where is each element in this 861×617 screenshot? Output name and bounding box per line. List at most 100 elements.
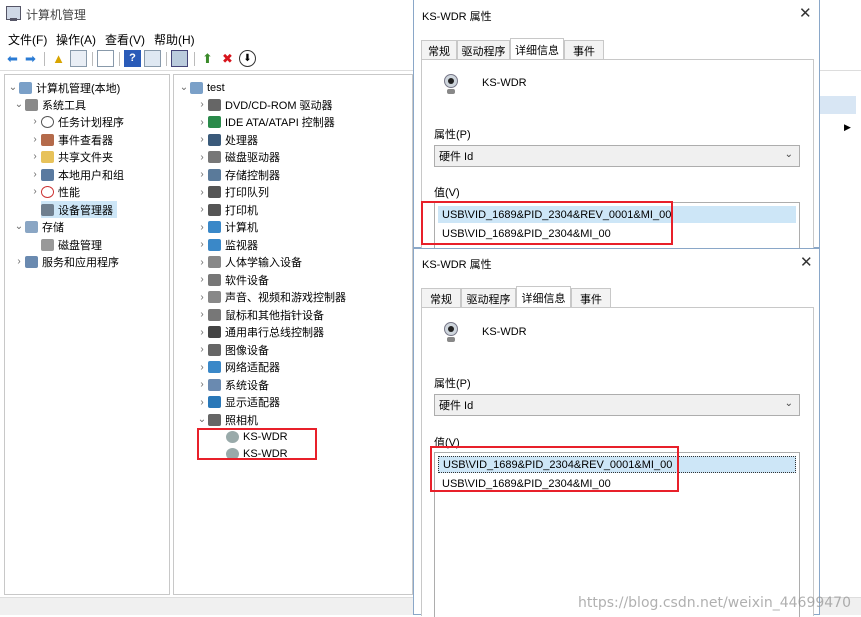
device-category[interactable]: ›软件设备: [196, 271, 269, 288]
tree-item-event-viewer[interactable]: ›事件查看器: [29, 131, 113, 148]
expand-arrow-icon[interactable]: ⌄: [196, 414, 208, 425]
menu-file[interactable]: 文件(F): [8, 31, 47, 48]
tree-item-device-manager[interactable]: 设备管理器: [41, 201, 117, 218]
device-category[interactable]: ›人体学输入设备: [196, 254, 302, 271]
value-list[interactable]: USB\VID_1689&PID_2304&REV_0001&MI_00 USB…: [434, 202, 800, 250]
value-list[interactable]: USB\VID_1689&PID_2304&REV_0001&MI_00 USB…: [434, 452, 800, 617]
close-icon[interactable]: ✕: [799, 4, 812, 22]
collapse-arrow-icon[interactable]: ›: [196, 187, 208, 198]
tab-driver[interactable]: 驱动程序: [457, 40, 510, 60]
device-category[interactable]: ›监视器: [196, 236, 258, 253]
tree-item-performance[interactable]: ›性能: [29, 183, 80, 200]
collapse-arrow-icon[interactable]: ›: [13, 256, 25, 267]
device-category[interactable]: ›声音、视频和游戏控制器: [196, 289, 346, 306]
device-category[interactable]: ⌄照相机: [196, 411, 258, 428]
tree-item-disk-management[interactable]: 磁盘管理: [41, 236, 102, 253]
collapse-arrow-icon[interactable]: ›: [29, 169, 41, 180]
monitor-icon[interactable]: [171, 50, 188, 67]
expand-arrow-icon[interactable]: ⌄: [7, 82, 19, 93]
forward-icon[interactable]: ➡: [22, 50, 39, 67]
collapse-arrow-icon[interactable]: ›: [196, 327, 208, 338]
collapse-arrow-icon[interactable]: ›: [196, 152, 208, 163]
list-item[interactable]: USB\VID_1689&PID_2304&MI_00: [438, 225, 611, 242]
expand-arrow-icon[interactable]: ⌄: [13, 221, 25, 232]
list-item[interactable]: USB\VID_1689&PID_2304&REV_0001&MI_00: [438, 206, 796, 223]
device-category[interactable]: ›DVD/CD-ROM 驱动器: [196, 96, 333, 113]
collapse-arrow-icon[interactable]: ›: [196, 274, 208, 285]
menu-help[interactable]: 帮助(H): [154, 31, 195, 48]
view-icon[interactable]: [144, 50, 161, 67]
back-icon[interactable]: ⬅: [4, 50, 21, 67]
device-category[interactable]: ›打印机: [196, 201, 258, 218]
device-category[interactable]: ›网络适配器: [196, 359, 280, 376]
collapse-arrow-icon[interactable]: ›: [196, 134, 208, 145]
collapse-arrow-icon[interactable]: ›: [196, 397, 208, 408]
list-item[interactable]: USB\VID_1689&PID_2304&REV_0001&MI_00: [438, 456, 796, 473]
uninstall-icon[interactable]: ✖: [219, 50, 236, 67]
collapse-arrow-icon[interactable]: ›: [196, 239, 208, 250]
device-category[interactable]: ›处理器: [196, 131, 258, 148]
tree-item-task-scheduler[interactable]: ›任务计划程序: [29, 113, 124, 130]
device-category[interactable]: ›IDE ATA/ATAPI 控制器: [196, 114, 335, 131]
collapse-arrow-icon[interactable]: ›: [196, 292, 208, 303]
collapse-arrow-icon[interactable]: ›: [196, 309, 208, 320]
device-category[interactable]: ›显示适配器: [196, 394, 280, 411]
tab-events[interactable]: 事件: [571, 288, 611, 308]
property-select[interactable]: 硬件 Id ⌄: [434, 145, 800, 167]
tab-events[interactable]: 事件: [564, 40, 604, 60]
computer-icon: [19, 82, 32, 94]
device-category[interactable]: ›系统设备: [196, 376, 269, 393]
list-item[interactable]: USB\VID_1689&PID_2304&MI_00: [438, 475, 611, 492]
collapse-arrow-icon[interactable]: ›: [29, 134, 41, 145]
update-driver-icon[interactable]: ⬆: [199, 50, 216, 67]
tree-item-services-apps[interactable]: ›服务和应用程序: [13, 253, 119, 270]
tree-item-system-tools[interactable]: ⌄系统工具: [13, 96, 86, 113]
tab-details[interactable]: 详细信息: [516, 286, 571, 308]
collapse-arrow-icon[interactable]: ›: [29, 151, 41, 162]
tab-details[interactable]: 详细信息: [510, 38, 564, 60]
camera-device[interactable]: KS-WDR: [226, 429, 288, 446]
device-category[interactable]: ›鼠标和其他指针设备: [196, 306, 324, 323]
show-hide-tree-icon[interactable]: [70, 50, 87, 67]
camera-device[interactable]: KS-WDR: [226, 446, 288, 463]
device-manager-icon: [41, 204, 54, 216]
device-category[interactable]: ›存储控制器: [196, 166, 280, 183]
collapse-arrow-icon[interactable]: ›: [29, 116, 41, 127]
collapse-arrow-icon[interactable]: ›: [196, 222, 208, 233]
device-category[interactable]: ›计算机: [196, 219, 258, 236]
tree-item-shared-folders[interactable]: ›共享文件夹: [29, 148, 113, 165]
expand-arrow-icon[interactable]: ⌄: [13, 99, 25, 110]
collapse-arrow-icon[interactable]: ›: [196, 99, 208, 110]
device-category[interactable]: ›通用串行总线控制器: [196, 324, 324, 341]
tree-root-computer[interactable]: ⌄test: [178, 79, 225, 96]
tab-general[interactable]: 常规: [421, 288, 461, 308]
menu-action[interactable]: 操作(A): [56, 31, 96, 48]
help-icon[interactable]: ?: [124, 50, 141, 67]
device-category[interactable]: ›图像设备: [196, 341, 269, 358]
tab-driver[interactable]: 驱动程序: [461, 288, 516, 308]
scan-download-icon[interactable]: ⬇: [239, 50, 256, 67]
close-icon[interactable]: ✕: [800, 253, 813, 271]
collapse-arrow-icon[interactable]: ›: [196, 169, 208, 180]
tree-item-storage[interactable]: ⌄存储: [13, 218, 64, 235]
disk-icon: [41, 239, 54, 251]
collapse-arrow-icon[interactable]: ›: [29, 186, 41, 197]
device-category[interactable]: ›打印队列: [196, 184, 269, 201]
up-folder-icon[interactable]: ▲: [50, 50, 67, 67]
collapse-arrow-icon[interactable]: ›: [196, 204, 208, 215]
menu-view[interactable]: 查看(V): [105, 31, 145, 48]
collapse-arrow-icon[interactable]: ›: [196, 379, 208, 390]
expand-arrow-icon[interactable]: ⌄: [178, 82, 190, 93]
properties-icon[interactable]: [97, 50, 114, 67]
device-category[interactable]: ›磁盘驱动器: [196, 149, 280, 166]
collapse-arrow-icon[interactable]: ›: [196, 257, 208, 268]
collapse-arrow-icon[interactable]: ›: [196, 117, 208, 128]
tree-item-local-users[interactable]: ›本地用户和组: [29, 166, 124, 183]
collapse-arrow-icon[interactable]: ›: [196, 362, 208, 373]
collapse-arrow-icon[interactable]: ›: [196, 344, 208, 355]
webcam-icon: [442, 74, 460, 96]
more-actions-arrow-icon[interactable]: ▶: [844, 122, 851, 133]
tab-general[interactable]: 常规: [421, 40, 457, 60]
property-select[interactable]: 硬件 Id ⌄: [434, 394, 800, 416]
tree-item-computer-management[interactable]: ⌄计算机管理(本地): [7, 79, 120, 96]
